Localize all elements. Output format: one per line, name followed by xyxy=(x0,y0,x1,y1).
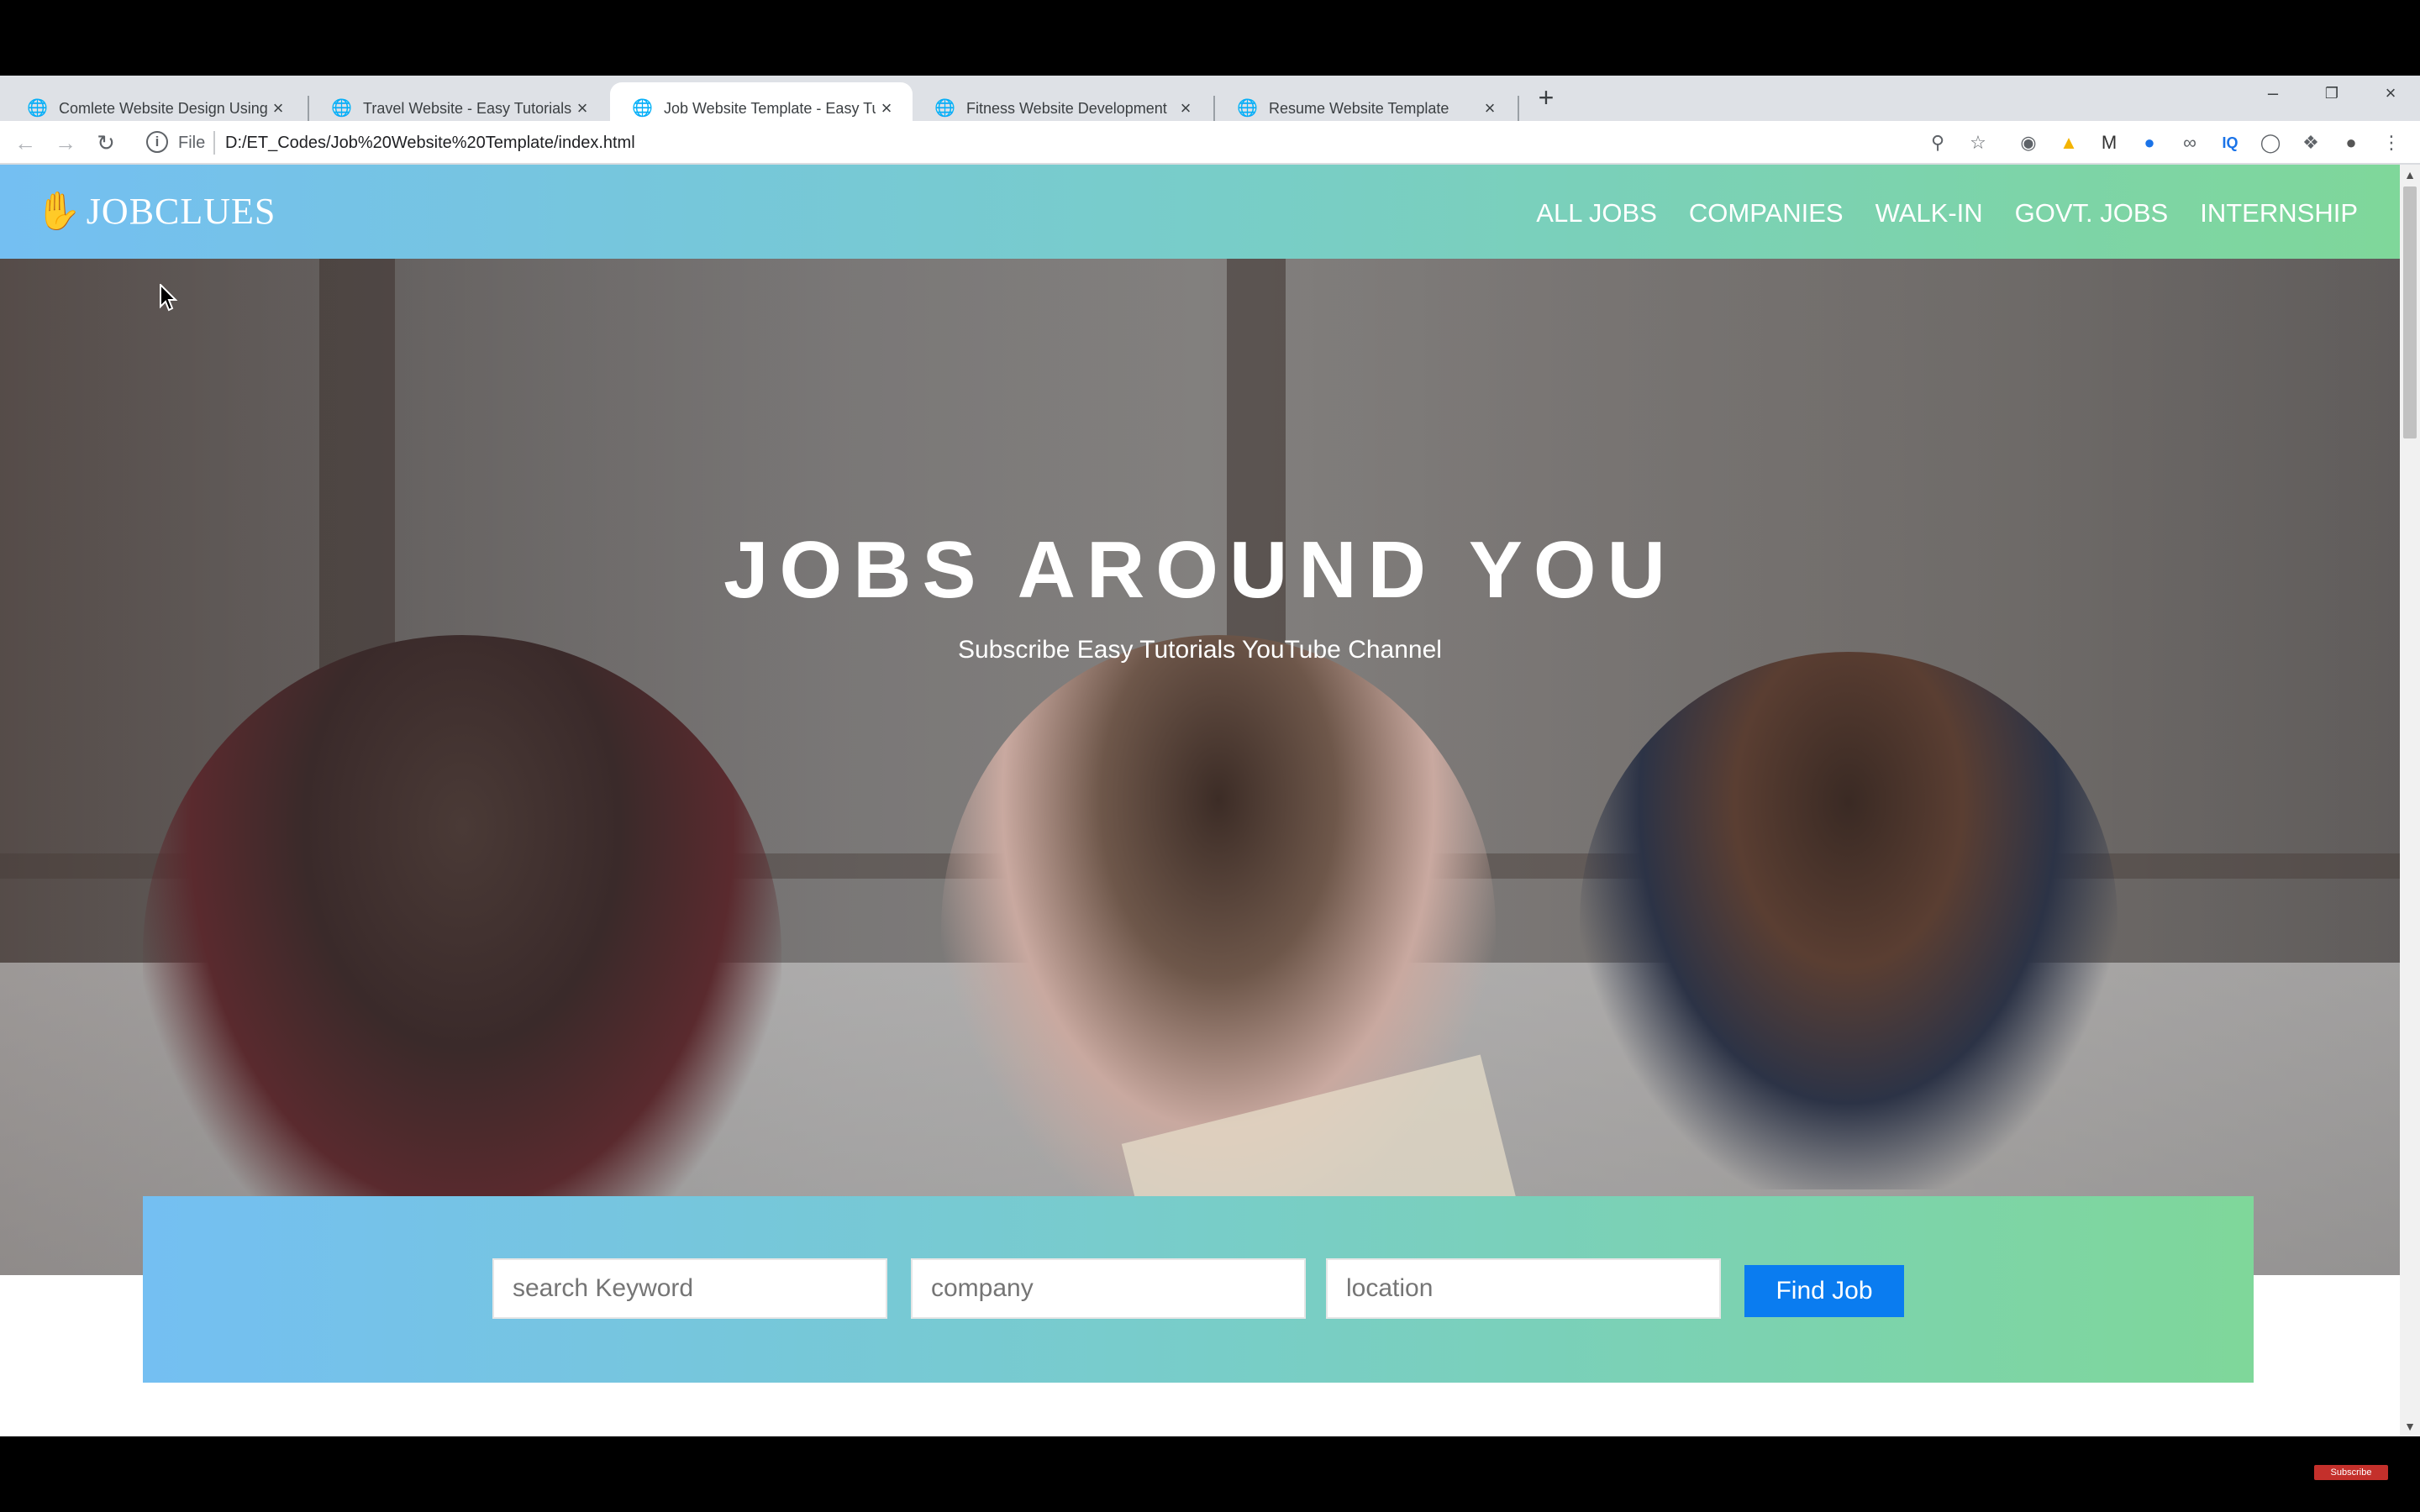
video-letterbox-bottom xyxy=(0,1436,2420,1512)
camera-extension-icon[interactable]: ◉ xyxy=(2015,129,2042,156)
globe-icon: 🌐 xyxy=(632,99,653,118)
scroll-down-arrow-icon[interactable]: ▼ xyxy=(2400,1418,2420,1435)
address-scheme-label: File xyxy=(178,134,206,152)
close-icon[interactable]: × xyxy=(267,97,289,119)
reload-icon[interactable]: ↻ xyxy=(91,128,121,158)
mouse-cursor-icon xyxy=(160,284,178,312)
code-extension-icon[interactable]: ◯ xyxy=(2257,129,2284,156)
tab-separator xyxy=(1518,96,1519,121)
tab-label: Travel Website - Easy Tutorials xyxy=(363,99,571,117)
minimize-icon[interactable]: – xyxy=(2254,81,2292,106)
tab-label: Comlete Website Design Using H xyxy=(59,99,267,117)
hero-photo-person xyxy=(143,635,781,1273)
tab-label: Resume Website Template xyxy=(1269,99,1449,117)
page-scrollbar[interactable]: ▲ ▼ xyxy=(2400,165,2420,1436)
info-icon[interactable]: i xyxy=(146,131,168,153)
window-close-icon[interactable]: × xyxy=(2371,81,2410,106)
tab-label: Job Website Template - Easy Tut xyxy=(664,99,876,117)
page-viewport: ✋ JOBCLUES ALL JOBS COMPANIES WALK-IN GO… xyxy=(0,165,2400,1436)
hero-photo-person xyxy=(1580,652,2118,1189)
subscribe-badge[interactable]: Subscribe xyxy=(2314,1465,2388,1480)
close-icon[interactable]: × xyxy=(571,97,593,119)
nav-internship[interactable]: INTERNSHIP xyxy=(2200,197,2358,230)
hero-section: ✋ JOBCLUES ALL JOBS COMPANIES WALK-IN GO… xyxy=(0,165,2400,1362)
new-tab-icon[interactable]: + xyxy=(1531,82,1561,113)
main-nav: ALL JOBS COMPANIES WALK-IN GOVT. JOBS IN… xyxy=(1504,197,2358,230)
bell-extension-icon[interactable]: ▲ xyxy=(2055,129,2082,156)
profile-avatar-icon[interactable]: ● xyxy=(2338,129,2365,156)
zoom-icon[interactable]: ⚲ xyxy=(1924,129,1951,156)
menu-kebab-icon[interactable]: ⋮ xyxy=(2378,129,2405,156)
scroll-up-arrow-icon[interactable]: ▲ xyxy=(2400,166,2420,183)
globe-icon: 🌐 xyxy=(1237,99,1258,118)
logo-text: JOBCLUES xyxy=(86,191,276,232)
back-icon[interactable]: ← xyxy=(10,128,40,158)
translate-extension-icon[interactable]: ● xyxy=(2136,129,2163,156)
puzzle-extensions-icon[interactable]: ❖ xyxy=(2297,129,2324,156)
find-job-button[interactable]: Find Job xyxy=(1744,1265,1904,1317)
job-search-panel: Find Job xyxy=(143,1196,2254,1383)
hero-subtitle: Subscribe Easy Tutorials YouTube Channel xyxy=(958,636,1442,664)
bookmark-star-icon[interactable]: ☆ xyxy=(1965,129,1991,156)
globe-icon: 🌐 xyxy=(331,99,352,118)
location-input[interactable] xyxy=(1326,1258,1721,1319)
close-icon[interactable]: × xyxy=(1479,97,1501,119)
hand-logo-icon: ✋ xyxy=(35,191,82,232)
close-icon[interactable]: × xyxy=(876,97,897,119)
site-logo[interactable]: ✋ JOBCLUES xyxy=(35,188,276,235)
browser-toolbar: ← → ↻ i File D:/ET_Codes/Job%20Website%2… xyxy=(0,121,2420,165)
close-icon[interactable]: × xyxy=(1175,97,1197,119)
link-extension-icon[interactable]: ∞ xyxy=(2176,129,2203,156)
hero-title: JOBS AROUND YOU xyxy=(723,525,1676,615)
address-separator xyxy=(213,131,215,155)
globe-icon: 🌐 xyxy=(27,99,48,118)
site-header: ✋ JOBCLUES ALL JOBS COMPANIES WALK-IN GO… xyxy=(0,165,2400,259)
company-input[interactable] xyxy=(911,1258,1306,1319)
video-letterbox-top xyxy=(0,0,2420,76)
tab-label: Fitness Website Development xyxy=(966,99,1167,117)
globe-icon: 🌐 xyxy=(934,99,955,118)
forward-icon[interactable]: → xyxy=(50,128,81,158)
nav-companies[interactable]: COMPANIES xyxy=(1689,197,1844,230)
nav-all-jobs[interactable]: ALL JOBS xyxy=(1536,197,1657,230)
m-extension-icon[interactable]: M xyxy=(2096,129,2123,156)
iq-extension-icon[interactable]: IQ xyxy=(2217,129,2244,156)
restore-icon[interactable]: ❐ xyxy=(2312,81,2351,106)
search-keyword-input[interactable] xyxy=(492,1258,887,1319)
scrollbar-thumb[interactable] xyxy=(2403,186,2417,438)
nav-walk-in[interactable]: WALK-IN xyxy=(1876,197,1983,230)
address-bar-url[interactable]: D:/ET_Codes/Job%20Website%20Template/ind… xyxy=(225,131,635,155)
nav-govt-jobs[interactable]: GOVT. JOBS xyxy=(2015,197,2169,230)
